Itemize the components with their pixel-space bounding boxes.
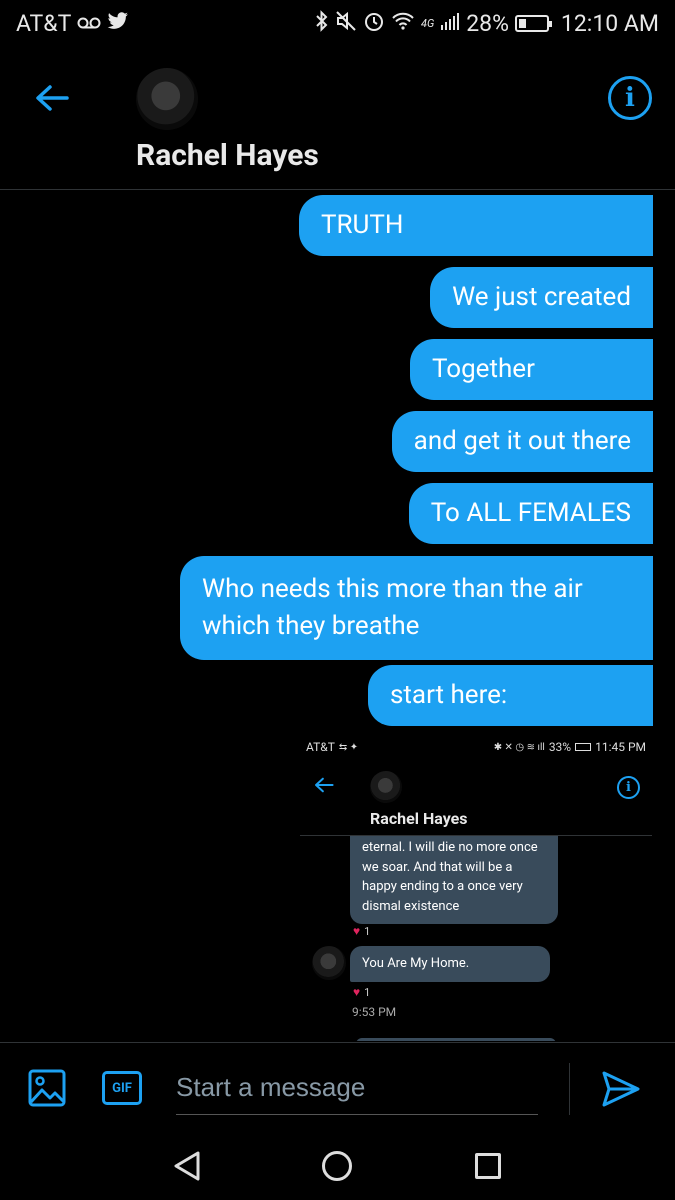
android-nav-bar [0,1132,675,1200]
alarm-icon [363,10,385,37]
embedded-received-message: eternal. I will die no more once we soar… [350,836,558,924]
message-input[interactable] [176,1061,538,1115]
gif-label: GIF [112,1080,132,1096]
embedded-twitter-icon: ⇆ ✦ [338,741,359,753]
wifi-icon [391,11,415,36]
embedded-status-icons: ✱ ✕ ◷ ≋ ıll [493,741,545,753]
back-button[interactable] [28,78,76,118]
embedded-status-bar: AT&T ⇆ ✦ ✱ ✕ ◷ ≋ ıll 33% 11:45 PM [300,733,652,761]
carrier-label: AT&T [16,9,72,37]
embedded-timestamp: 9:53 PM [352,1005,397,1019]
nav-back-button[interactable] [172,1150,202,1186]
composer-divider [569,1063,570,1115]
nav-back-icon [174,1151,200,1181]
twitter-icon [107,11,129,35]
message-composer: GIF [0,1042,675,1132]
heart-icon: ♥ [353,985,361,999]
info-icon: i [625,83,635,113]
voicemail-icon [77,11,101,35]
signal-icon [440,11,460,36]
conversation-header: Rachel Hayes i [0,46,675,190]
embedded-like-count: ♥ 1 [353,985,370,999]
arrow-left-icon [36,85,69,111]
embedded-info-icon: i [617,776,640,799]
embedded-header: Rachel Hayes i [300,761,652,836]
contact-name[interactable]: Rachel Hayes [136,138,319,173]
gif-button[interactable]: GIF [102,1071,142,1105]
image-icon [28,1069,66,1107]
embedded-like-count: ♥ 1 [353,924,370,938]
mute-icon [335,10,357,37]
embedded-contact-name: Rachel Hayes [370,809,468,828]
send-icon [602,1071,640,1107]
battery-percent: 28% [466,9,509,37]
embedded-avatar [370,771,402,803]
embedded-back-icon [314,777,334,797]
bluetooth-icon [315,9,329,37]
sent-message[interactable]: We just created [430,267,653,328]
status-bar: AT&T 4G 28% 12:10 AM [0,0,675,46]
embedded-battery-percent: 33% [548,740,572,754]
sent-message[interactable]: Together [410,339,653,400]
embedded-carrier: AT&T [306,740,335,754]
media-button[interactable] [28,1069,66,1107]
sent-message[interactable]: TRUTH [299,195,653,256]
battery-icon [514,14,552,32]
embedded-received-message: You Are My Home. [350,946,550,982]
nav-recents-button[interactable] [475,1153,501,1179]
sent-message[interactable]: To ALL FEMALES [408,483,653,544]
clock: 12:10 AM [560,9,659,37]
embedded-battery-icon [575,743,592,751]
send-button[interactable] [600,1069,642,1109]
sent-message[interactable]: start here: [368,665,653,726]
sent-message[interactable]: and get it out there [391,411,653,472]
sent-message[interactable]: Who needs this more than the air which t… [180,556,653,660]
nav-home-button[interactable] [322,1151,352,1181]
avatar[interactable] [136,68,198,130]
embedded-sender-avatar [312,946,346,980]
like-count: 1 [364,924,371,938]
like-count: 1 [364,985,371,999]
embedded-screenshot[interactable]: AT&T ⇆ ✦ ✱ ✕ ◷ ≋ ıll 33% 11:45 PM Rachel… [300,733,652,1041]
info-button[interactable]: i [608,76,652,120]
4g-icon: 4G [420,16,435,30]
embedded-next-message-edge [356,1038,556,1041]
embedded-clock: 11:45 PM [595,740,646,754]
heart-icon: ♥ [353,924,361,938]
